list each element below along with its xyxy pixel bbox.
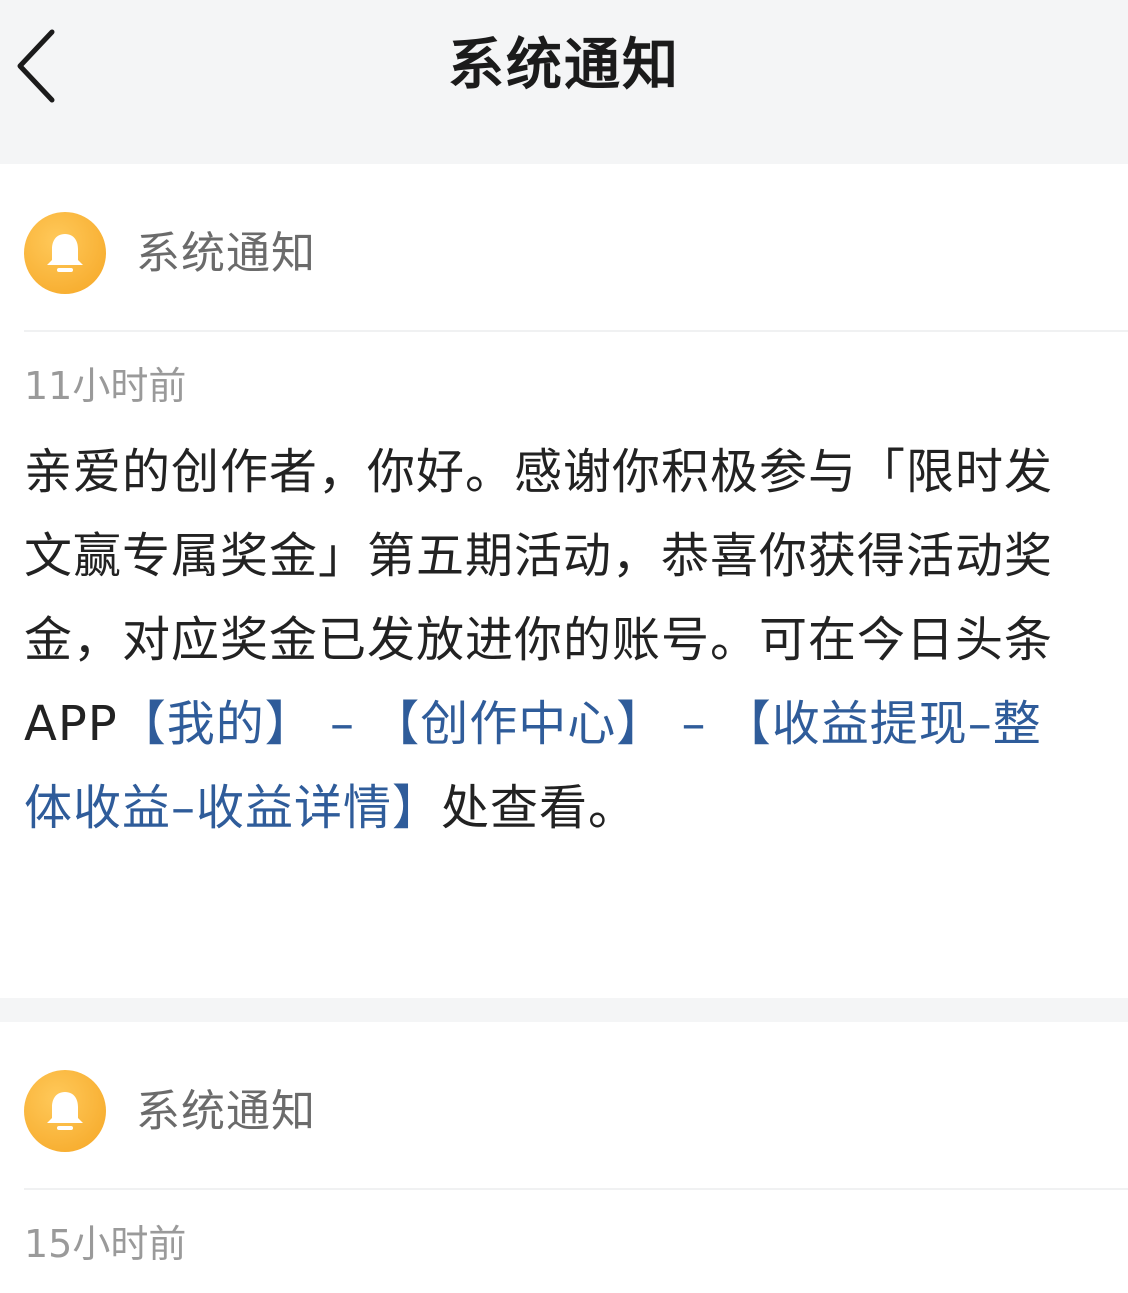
timestamp: 11小时前 — [24, 364, 187, 408]
notification-card[interactable]: 系统通知 15小时前 — [0, 1022, 1128, 1293]
link-mine[interactable]: 【我的】 — [118, 696, 314, 752]
sender-name: 系统通知 — [136, 228, 316, 279]
bell-icon — [47, 234, 83, 272]
nav-bar: 系统通知 — [0, 0, 1128, 164]
link-separator: – — [313, 696, 372, 752]
link-separator: – — [665, 696, 723, 752]
notification-header: 系统通知 — [24, 1022, 1128, 1190]
message-text: 处查看。 — [441, 780, 638, 836]
avatar — [24, 1070, 106, 1152]
link-creator-center[interactable]: 【创作中心】 — [371, 696, 665, 752]
bell-icon — [47, 1092, 83, 1130]
timestamp: 15小时前 — [24, 1222, 187, 1266]
notification-card[interactable]: 系统通知 11小时前 亲爱的创作者，你好。感谢你积极参与「限时发文赢专属奖金」第… — [0, 164, 1128, 998]
page-title: 系统通知 — [448, 33, 680, 98]
notification-header: 系统通知 — [24, 164, 1128, 332]
card-divider — [0, 998, 1128, 1022]
message-body: 亲爱的创作者，你好。感谢你积极参与「限时发文赢专属奖金」第五期活动，恭喜你获得活… — [0, 410, 1128, 850]
avatar — [24, 212, 106, 294]
sender-name: 系统通知 — [136, 1086, 316, 1137]
